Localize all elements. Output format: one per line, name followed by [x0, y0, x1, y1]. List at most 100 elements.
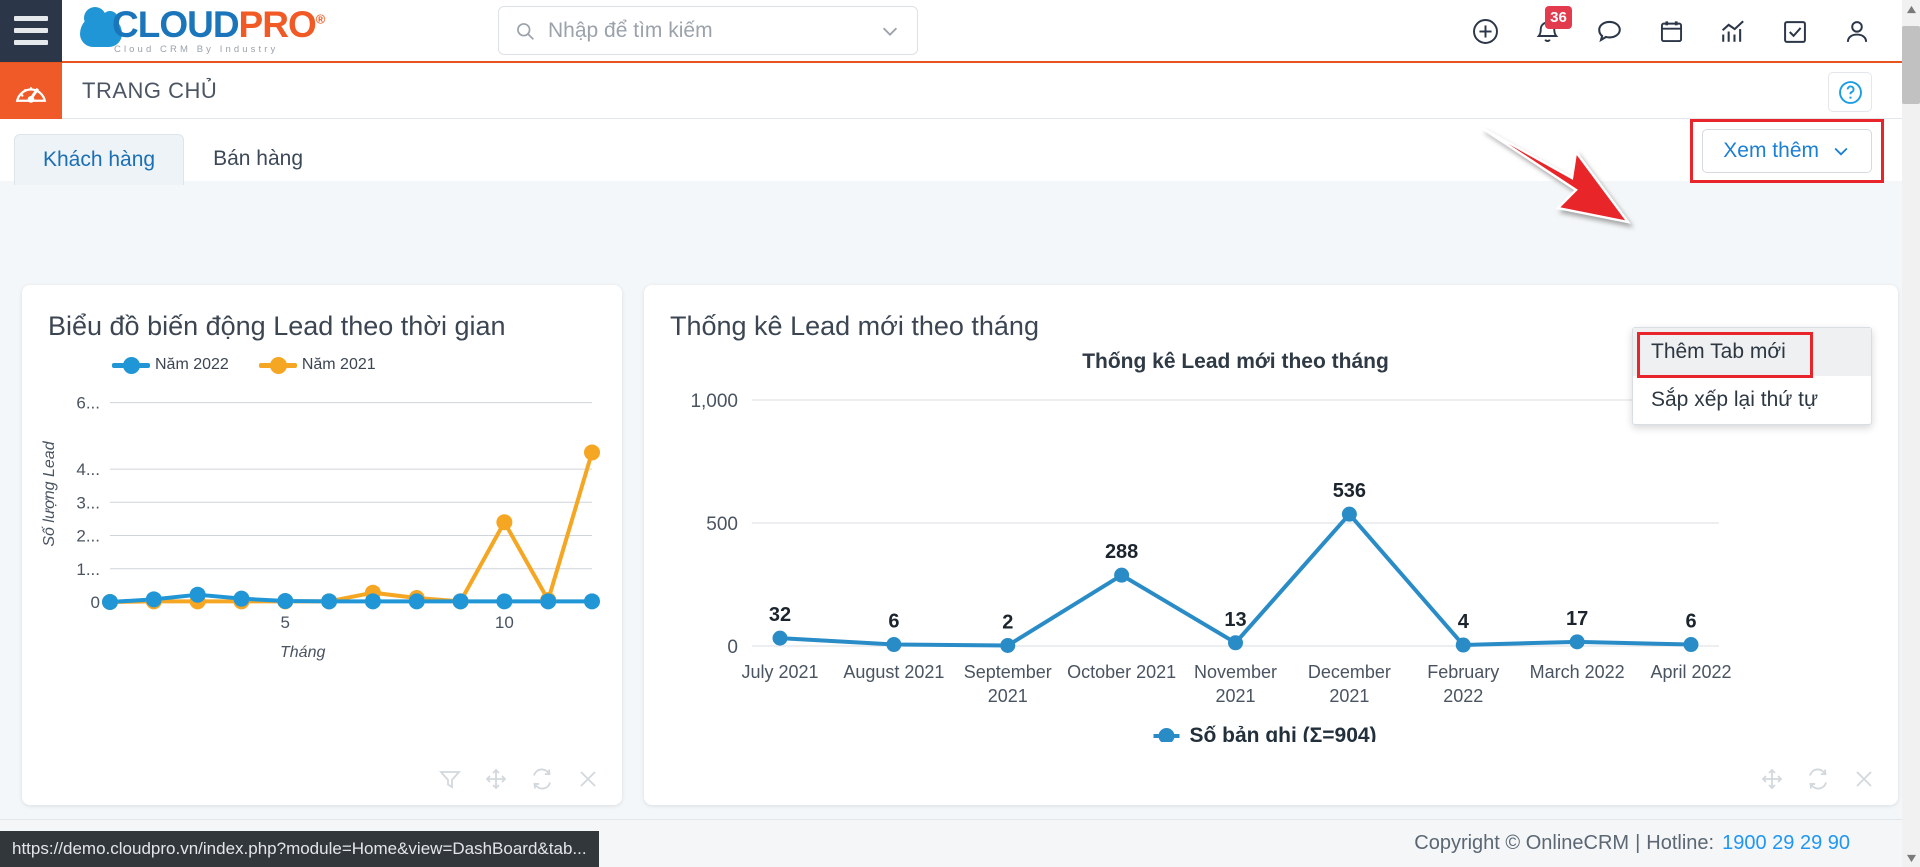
user-account-icon[interactable]	[1842, 17, 1872, 47]
chevron-down-icon	[1834, 147, 1848, 156]
svg-text:Thống kê Lead mới theo tháng: Thống kê Lead mới theo tháng	[1082, 350, 1389, 373]
add-circle-icon[interactable]	[1470, 17, 1500, 47]
refresh-icon[interactable]	[1806, 767, 1830, 791]
scroll-down-arrow[interactable]	[1902, 849, 1920, 867]
svg-text:August 2021: August 2021	[843, 662, 944, 682]
dashboard-tabs-row: Khách hàng Bán hàng Xem thêm	[0, 119, 1920, 185]
svg-text:2021: 2021	[988, 686, 1028, 706]
svg-text:10: 10	[495, 613, 514, 632]
logo-tagline: Cloud CRM By Industry	[114, 44, 279, 55]
footer-copyright: Copyright © OnlineCRM	[1414, 832, 1630, 854]
page-title: TRANG CHỦ	[82, 77, 218, 103]
move-icon[interactable]	[1760, 767, 1784, 791]
svg-text:6...: 6...	[76, 394, 100, 413]
calendar-icon[interactable]	[1656, 17, 1686, 47]
notifications-bell-icon[interactable]: 36	[1532, 5, 1572, 47]
lead-variation-chart: Năm 2022 Năm 2021 0 1... 2... 3... 4... 6... 5…	[32, 356, 612, 686]
page-header: TRANG CHỦ	[0, 62, 1920, 119]
svg-text:July 2021: July 2021	[741, 662, 818, 682]
svg-text:4...: 4...	[76, 460, 100, 479]
svg-text:2021: 2021	[1215, 686, 1255, 706]
search-input[interactable]: Nhập để tìm kiếm	[548, 19, 713, 43]
top-navigation-bar: CLOUDPRO® Cloud CRM By Industry Nhập để …	[0, 0, 1920, 63]
search-icon	[517, 22, 534, 40]
right-panel-actions	[1760, 767, 1876, 791]
dropdown-item-them-tab-moi[interactable]: Thêm Tab mới	[1633, 328, 1871, 376]
dashlet-lead-variation: Biểu đồ biến động Lead theo thời gian Nă…	[22, 285, 622, 805]
svg-text:November: November	[1194, 662, 1277, 682]
tab-ban-hang[interactable]: Bán hàng	[184, 133, 332, 185]
hamburger-menu-icon[interactable]	[0, 0, 62, 62]
legend-label-2022: Năm 2022	[155, 356, 229, 373]
svg-text:March 2022: March 2022	[1530, 662, 1625, 682]
svg-text:September: September	[964, 662, 1052, 682]
tasks-checkbox-icon[interactable]	[1780, 17, 1810, 47]
svg-text:2...: 2...	[76, 527, 100, 546]
svg-text:6: 6	[888, 611, 899, 633]
dashlet-panels: Biểu đồ biến động Lead theo thời gian Nă…	[22, 285, 1898, 805]
svg-text:500: 500	[706, 514, 738, 535]
view-more-wrapper: Xem thêm	[1690, 119, 1884, 183]
chevron-down-icon[interactable]	[879, 20, 901, 42]
tab-khach-hang[interactable]: Khách hàng	[14, 134, 185, 185]
help-question-icon[interactable]	[1828, 72, 1872, 112]
top-icon-group: 36	[1470, 0, 1872, 63]
left-chart-legend: Năm 2022 Năm 2021	[112, 356, 612, 374]
svg-text:October 2021: October 2021	[1067, 662, 1176, 682]
logo-cloud-text: CLOUD	[112, 4, 240, 45]
scrollbar-thumb[interactable]	[1902, 26, 1920, 104]
svg-text:5: 5	[281, 613, 290, 632]
dashboard-content: Khách hàng Bán hàng Xem thêm Xóa tất c	[0, 119, 1920, 867]
close-icon[interactable]	[1852, 767, 1876, 791]
legend-item-nam-2021[interactable]: Năm 2021	[258, 356, 376, 374]
svg-text:288: 288	[1105, 541, 1138, 563]
svg-text:536: 536	[1333, 480, 1366, 502]
svg-text:32: 32	[769, 604, 791, 626]
right-chart-svg: Thống kê Lead mới theo tháng 0 500 1,000 32 6…	[690, 350, 1732, 742]
analytics-chart-icon[interactable]	[1718, 17, 1748, 47]
move-icon[interactable]	[484, 767, 508, 791]
notification-badge: 36	[1545, 5, 1572, 29]
refresh-icon[interactable]	[530, 767, 554, 791]
footer-separator: |	[1635, 832, 1641, 854]
filter-icon[interactable]	[438, 767, 462, 791]
svg-text:2: 2	[1002, 612, 1013, 634]
svg-text:6: 6	[1685, 611, 1696, 633]
svg-text:2022: 2022	[1443, 686, 1483, 706]
svg-text:0: 0	[727, 637, 738, 658]
footer-hotline-label: Hotline:	[1646, 832, 1715, 854]
legend-marker-2022	[112, 356, 150, 374]
global-search-box[interactable]: Nhập để tìm kiếm	[498, 6, 918, 55]
svg-text:1,000: 1,000	[690, 391, 738, 412]
svg-text:1...: 1...	[76, 560, 100, 579]
svg-text:December: December	[1308, 662, 1391, 682]
logo-pro-text: PRO	[238, 4, 317, 45]
speedometer-icon	[0, 62, 62, 119]
legend-marker-2021	[258, 356, 297, 374]
left-chart-xlabel: Tháng	[280, 644, 326, 661]
footer-hotline-number[interactable]: 1900 29 29 90	[1722, 832, 1850, 855]
browser-status-bar: https://demo.cloudpro.vn/index.php?modul…	[0, 831, 599, 867]
view-more-button[interactable]: Xem thêm	[1702, 129, 1872, 173]
legend-item-nam-2022[interactable]: Năm 2022	[112, 356, 229, 374]
svg-text:2021: 2021	[1329, 686, 1369, 706]
left-panel-actions	[438, 767, 600, 791]
svg-text:0: 0	[91, 593, 100, 612]
dropdown-item-sap-xep-lai-thu-tu[interactable]: Sắp xếp lại thứ tự	[1633, 376, 1871, 424]
svg-text:4: 4	[1458, 611, 1470, 633]
view-more-label: Xem thêm	[1723, 139, 1819, 162]
dashboard-tabs: Khách hàng Bán hàng	[14, 133, 332, 185]
logo-wordmark: CLOUDPRO®	[112, 4, 326, 45]
svg-text:17: 17	[1566, 608, 1588, 630]
close-icon[interactable]	[576, 767, 600, 791]
registered-mark: ®	[315, 11, 326, 27]
left-chart-svg: 0 1... 2... 3... 4... 6... 5 10 Số lượng Lead	[41, 394, 600, 632]
dashlet-left-title: Biểu đồ biến động Lead theo thời gian	[48, 311, 506, 341]
view-more-dropdown-menu: Thêm Tab mới Sắp xếp lại thứ tự	[1632, 327, 1872, 425]
vertical-scrollbar[interactable]	[1902, 0, 1920, 867]
cloudpro-logo[interactable]: CLOUDPRO® Cloud CRM By Industry	[80, 4, 326, 55]
svg-text:3...: 3...	[76, 493, 100, 512]
scroll-up-arrow[interactable]	[1902, 0, 1920, 18]
svg-text:13: 13	[1224, 609, 1246, 631]
chat-bubble-icon[interactable]	[1594, 17, 1624, 47]
